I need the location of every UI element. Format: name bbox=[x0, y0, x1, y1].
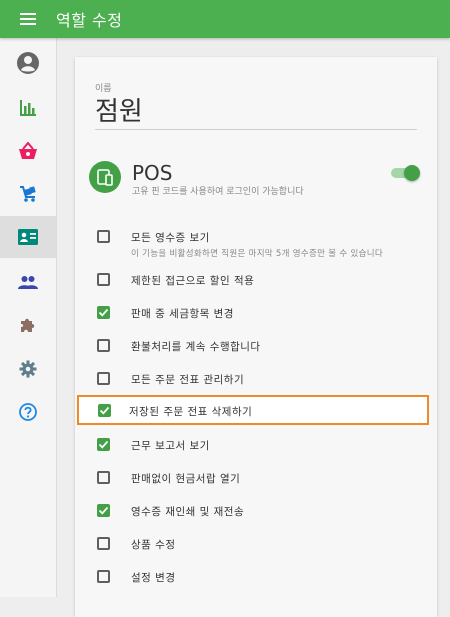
permission-label: 상품 수정 bbox=[131, 539, 176, 551]
app-bar: 역할 수정 bbox=[0, 0, 450, 38]
permission-limited-discount[interactable]: 제한된 접근으로 할인 적용 bbox=[75, 265, 437, 295]
sidebar-item-items[interactable] bbox=[0, 173, 56, 215]
account-circle-icon bbox=[17, 52, 39, 74]
gear-icon bbox=[19, 360, 37, 378]
permission-refunds[interactable]: 환불처리를 계속 수행합니다 bbox=[75, 331, 437, 361]
permission-shift-report[interactable]: 근무 보고서 보기 bbox=[75, 430, 437, 460]
shopping-basket-icon bbox=[19, 142, 37, 159]
sidebar bbox=[0, 38, 57, 597]
menu-icon bbox=[20, 13, 36, 25]
pos-toggle-thumb bbox=[404, 165, 420, 181]
permission-label: 환불처리를 계속 수행합니다 bbox=[131, 341, 261, 353]
permission-label: 모든 영수증 보기 bbox=[131, 232, 210, 244]
permission-change-taxes[interactable]: 판매 중 세금항목 변경 bbox=[75, 298, 437, 328]
tablet-icon bbox=[97, 169, 113, 186]
puzzle-icon bbox=[21, 318, 35, 332]
permission-label: 저장된 주문 전표 삭제하기 bbox=[129, 406, 253, 418]
check-icon bbox=[99, 406, 110, 415]
help-icon bbox=[19, 403, 37, 421]
check-icon bbox=[98, 506, 109, 515]
checkbox[interactable] bbox=[98, 404, 111, 417]
permission-label: 판매 중 세금항목 변경 bbox=[131, 308, 234, 320]
permission-label: 근무 보고서 보기 bbox=[131, 440, 210, 452]
sidebar-item-settings[interactable] bbox=[0, 348, 56, 390]
checkbox[interactable] bbox=[97, 273, 110, 286]
pos-toggle[interactable] bbox=[391, 165, 420, 181]
check-icon bbox=[98, 440, 109, 449]
badge-card-icon bbox=[18, 229, 38, 245]
checkbox[interactable] bbox=[97, 306, 110, 319]
permission-change-settings[interactable]: 설정 변경 bbox=[75, 562, 437, 592]
permission-edit-items[interactable]: 상품 수정 bbox=[75, 529, 437, 559]
checkbox[interactable] bbox=[97, 339, 110, 352]
pos-title: POS bbox=[132, 161, 173, 185]
permission-delete-saved-tickets[interactable]: 저장된 주문 전표 삭제하기 bbox=[77, 395, 429, 425]
sidebar-item-account[interactable] bbox=[0, 42, 56, 84]
permission-label: 설정 변경 bbox=[131, 572, 176, 584]
role-edit-card: 이름 점원 POS 고유 핀 코드를 사용하여 로그인이 가능합니다 모든 영수… bbox=[75, 57, 437, 617]
check-icon bbox=[98, 308, 109, 317]
checkbox[interactable] bbox=[97, 471, 110, 484]
sidebar-item-help[interactable] bbox=[0, 391, 56, 433]
permission-label: 판매없이 현금서랍 열기 bbox=[131, 473, 241, 485]
name-field[interactable]: 점원 bbox=[95, 91, 143, 128]
permission-view-all-receipts[interactable]: 모든 영수증 보기 이 기능을 비활성화하면 직원은 마지막 5개 영수증만 볼… bbox=[75, 222, 437, 259]
cart-icon bbox=[20, 186, 36, 202]
pos-description: 고유 핀 코드를 사용하여 로그인이 가능합니다 bbox=[132, 187, 304, 197]
menu-button[interactable] bbox=[0, 0, 56, 38]
permission-open-drawer[interactable]: 판매없이 현금서랍 열기 bbox=[75, 463, 437, 493]
permission-manage-tickets[interactable]: 모든 주문 전표 관리하기 bbox=[75, 364, 437, 394]
permission-label: 제한된 접근으로 할인 적용 bbox=[131, 275, 255, 287]
pos-avatar bbox=[89, 161, 121, 193]
checkbox[interactable] bbox=[97, 372, 110, 385]
sidebar-item-customers[interactable] bbox=[0, 261, 56, 303]
permission-label: 영수증 재인쇄 및 재전송 bbox=[131, 506, 245, 518]
sidebar-item-sales[interactable] bbox=[0, 130, 56, 172]
checkbox[interactable] bbox=[97, 438, 110, 451]
permission-description: 이 기능을 비활성화하면 직원은 마지막 5개 영수증만 볼 수 있습니다 bbox=[131, 249, 383, 259]
sidebar-item-integrations[interactable] bbox=[0, 304, 56, 346]
checkbox[interactable] bbox=[97, 504, 110, 517]
page-title: 역할 수정 bbox=[56, 11, 123, 30]
checkbox[interactable] bbox=[97, 230, 110, 243]
checkbox[interactable] bbox=[97, 537, 110, 550]
permission-reprint-receipt[interactable]: 영수증 재인쇄 및 재전송 bbox=[75, 496, 437, 526]
name-field-underline bbox=[95, 129, 417, 130]
people-icon bbox=[18, 276, 38, 289]
checkbox[interactable] bbox=[97, 570, 110, 583]
bar-chart-icon bbox=[20, 100, 36, 116]
sidebar-item-reports[interactable] bbox=[0, 87, 56, 129]
permission-label: 모든 주문 전표 관리하기 bbox=[131, 374, 245, 386]
sidebar-item-employees[interactable] bbox=[0, 216, 56, 258]
